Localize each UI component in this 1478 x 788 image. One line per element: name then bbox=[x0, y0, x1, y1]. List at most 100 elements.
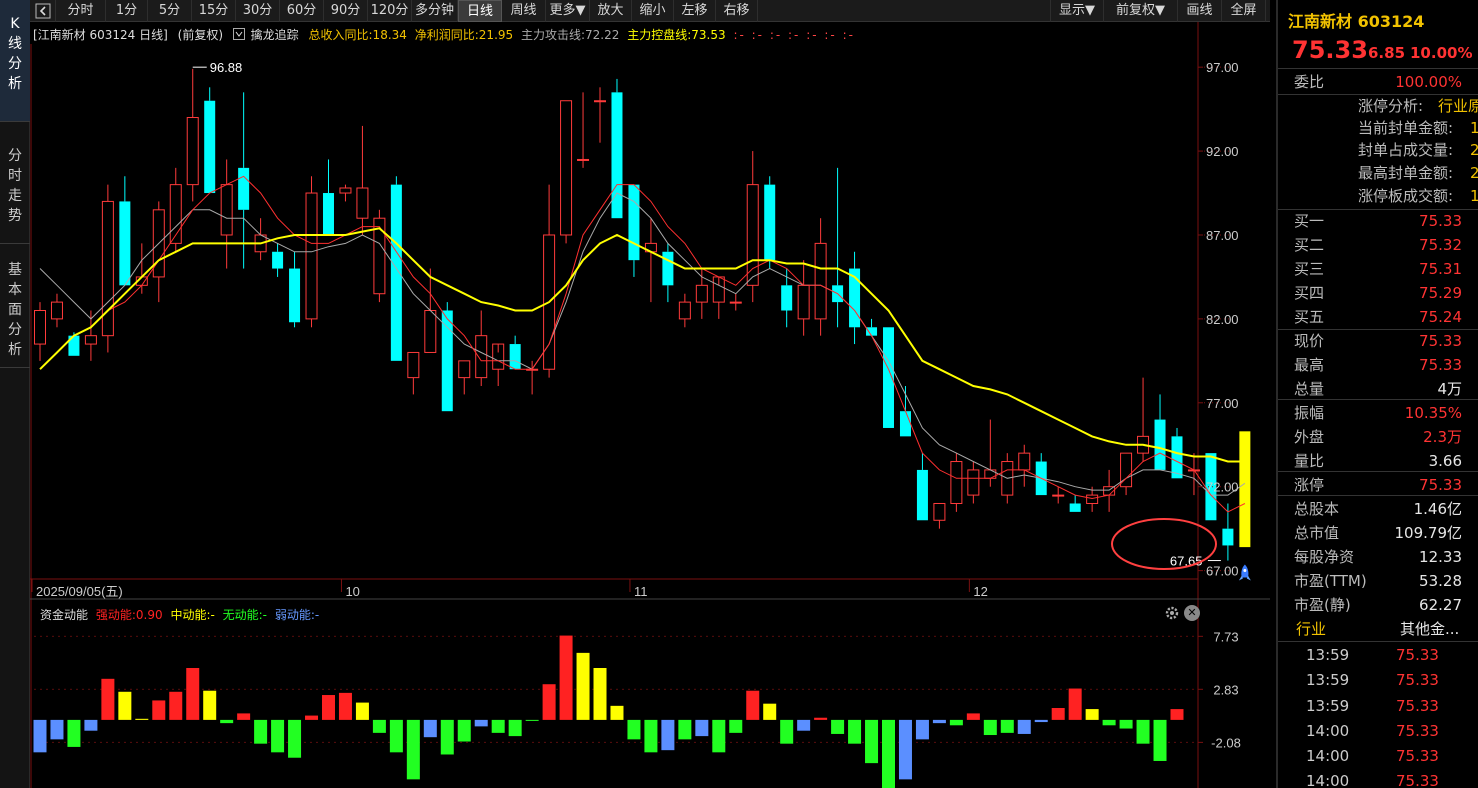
candle-body bbox=[746, 184, 759, 286]
stat-value: 62.27 bbox=[1419, 596, 1462, 614]
limit-label: 涨停板成交额: bbox=[1358, 187, 1454, 205]
tb-zoom-in[interactable]: 放大 bbox=[590, 0, 632, 22]
tb-30min[interactable]: 30分 bbox=[236, 0, 280, 22]
nav-tab-kline-label: K线分析 bbox=[8, 16, 22, 92]
industry-value[interactable]: 其他金... bbox=[1400, 617, 1459, 641]
candle-body bbox=[678, 301, 691, 320]
tick-time: 14:00 bbox=[1306, 722, 1350, 740]
stat-label: 市盈(静) bbox=[1294, 596, 1351, 614]
tick-row: 13:59 75.33 bbox=[1278, 694, 1478, 719]
nav-tab-kline[interactable]: K线分析 bbox=[0, 0, 30, 122]
webi-value: 100.00% bbox=[1395, 73, 1462, 91]
momentum-bar bbox=[186, 668, 200, 720]
webi-label: 委比 bbox=[1294, 73, 1325, 91]
momentum-bar bbox=[1136, 719, 1150, 744]
momentum-bar bbox=[372, 719, 386, 733]
current-price: 75.33 bbox=[1292, 36, 1368, 64]
back-arrow-icon bbox=[35, 3, 50, 19]
gear-icon[interactable] bbox=[1164, 605, 1180, 621]
candle-body bbox=[509, 344, 521, 370]
rocket-icon bbox=[1238, 564, 1251, 581]
stat-value: 10.35% bbox=[1404, 404, 1462, 422]
candle-body bbox=[186, 117, 199, 186]
indicator-dropdown-icon[interactable] bbox=[232, 28, 249, 42]
stat-label: 总量 bbox=[1294, 380, 1325, 398]
momentum-bar bbox=[610, 705, 624, 720]
tb-move-right[interactable]: 右移 bbox=[716, 0, 758, 22]
candle-body bbox=[1069, 503, 1081, 512]
tb-15min[interactable]: 15分 bbox=[192, 0, 236, 22]
stat-label: 振幅 bbox=[1294, 404, 1325, 422]
candle-body bbox=[814, 242, 827, 320]
candle-body bbox=[1018, 452, 1031, 471]
close-icon[interactable]: ✕ bbox=[1184, 605, 1200, 621]
stat-value: 1.46亿 bbox=[1413, 500, 1462, 518]
candle-body bbox=[967, 469, 980, 496]
tb-daily[interactable]: 日线 bbox=[458, 0, 502, 22]
candle-body bbox=[272, 251, 284, 269]
tick-price: 75.33 bbox=[1396, 772, 1439, 788]
divider bbox=[1278, 399, 1478, 400]
nav-tab-intraday[interactable]: 分时走势 bbox=[0, 122, 30, 244]
tb-1min[interactable]: 1分 bbox=[106, 0, 148, 22]
momentum-bar bbox=[1170, 709, 1184, 720]
momentum-bar bbox=[220, 719, 234, 724]
limit-row: 当前封单金额: 1 bbox=[1278, 118, 1478, 139]
stat-value: 75.33 bbox=[1419, 332, 1462, 350]
candle-body bbox=[662, 251, 674, 286]
fund-momentum-chart[interactable]: 7.73 2.83 -2.08 bbox=[30, 600, 1270, 788]
control-line-value: 主力控盘线:73.53 bbox=[627, 28, 726, 42]
candle-body bbox=[238, 167, 250, 210]
momentum-bar bbox=[576, 652, 590, 720]
candle-body bbox=[424, 310, 437, 353]
candle-body bbox=[1086, 494, 1099, 504]
momentum-bar bbox=[1119, 719, 1133, 729]
tb-draw[interactable]: 画线 bbox=[1178, 0, 1222, 22]
momentum-bar bbox=[1034, 719, 1048, 723]
momentum-bar bbox=[321, 695, 335, 720]
stat-label: 现价 bbox=[1294, 332, 1325, 350]
y-tick-label: 77.00 bbox=[1206, 396, 1239, 411]
momentum-bar bbox=[33, 719, 47, 753]
nav-tab-fundamental[interactable]: 基本面分析 bbox=[0, 244, 30, 368]
candle-body bbox=[50, 301, 63, 320]
tick-price: 75.33 bbox=[1396, 646, 1439, 664]
limit-value: 2 bbox=[1470, 163, 1478, 184]
candle-body bbox=[84, 335, 97, 345]
candle-body bbox=[1052, 494, 1065, 497]
kline-chart[interactable]: 97.00 92.00 87.00 82.00 77.00 72.00 67.00 2025… bbox=[30, 22, 1270, 600]
chart-title: [江南新材 603124 日线] bbox=[33, 28, 168, 42]
nav-tab-fundamental-label: 基本面分析 bbox=[8, 262, 22, 358]
stat-label: 外盘 bbox=[1294, 428, 1325, 446]
tb-120min[interactable]: 120分 bbox=[368, 0, 412, 22]
tb-intraday[interactable]: 分时 bbox=[56, 0, 106, 22]
stat-label: 市盈(TTM) bbox=[1294, 572, 1367, 590]
tb-5min[interactable]: 5分 bbox=[148, 0, 192, 22]
tb-adjust[interactable]: 前复权▼ bbox=[1104, 0, 1178, 22]
momentum-bar bbox=[1068, 688, 1082, 720]
momentum-bar bbox=[152, 700, 166, 720]
momentum-bar bbox=[118, 691, 132, 720]
back-button[interactable] bbox=[30, 0, 56, 22]
indicator-name[interactable]: 擒龙追踪 bbox=[251, 28, 299, 42]
x-tick-label: 12 bbox=[973, 584, 987, 599]
tb-weekly[interactable]: 周线 bbox=[502, 0, 546, 22]
sub-indicator-name[interactable]: 资金动能 bbox=[40, 608, 88, 622]
momentum-bar bbox=[271, 719, 285, 753]
tb-multi-min[interactable]: 多分钟 bbox=[412, 0, 458, 22]
limit-label: 当前封单金额: bbox=[1358, 119, 1454, 137]
momentum-bar bbox=[406, 719, 420, 780]
tb-zoom-out[interactable]: 缩小 bbox=[632, 0, 674, 22]
candle-body bbox=[781, 285, 793, 311]
tb-fullscreen[interactable]: 全屏 bbox=[1222, 0, 1266, 22]
tb-display[interactable]: 显示▼ bbox=[1050, 0, 1104, 22]
tb-60min[interactable]: 60分 bbox=[280, 0, 324, 22]
momentum-bar bbox=[712, 719, 726, 753]
stat-value: 53.28 bbox=[1419, 572, 1462, 590]
momentum-bar bbox=[848, 719, 862, 744]
tb-90min[interactable]: 90分 bbox=[324, 0, 368, 22]
tb-move-left[interactable]: 左移 bbox=[674, 0, 716, 22]
stat-row: 每股净资 12.33 bbox=[1278, 545, 1478, 569]
tb-more[interactable]: 更多▼ bbox=[546, 0, 590, 22]
candle-body bbox=[950, 461, 963, 504]
